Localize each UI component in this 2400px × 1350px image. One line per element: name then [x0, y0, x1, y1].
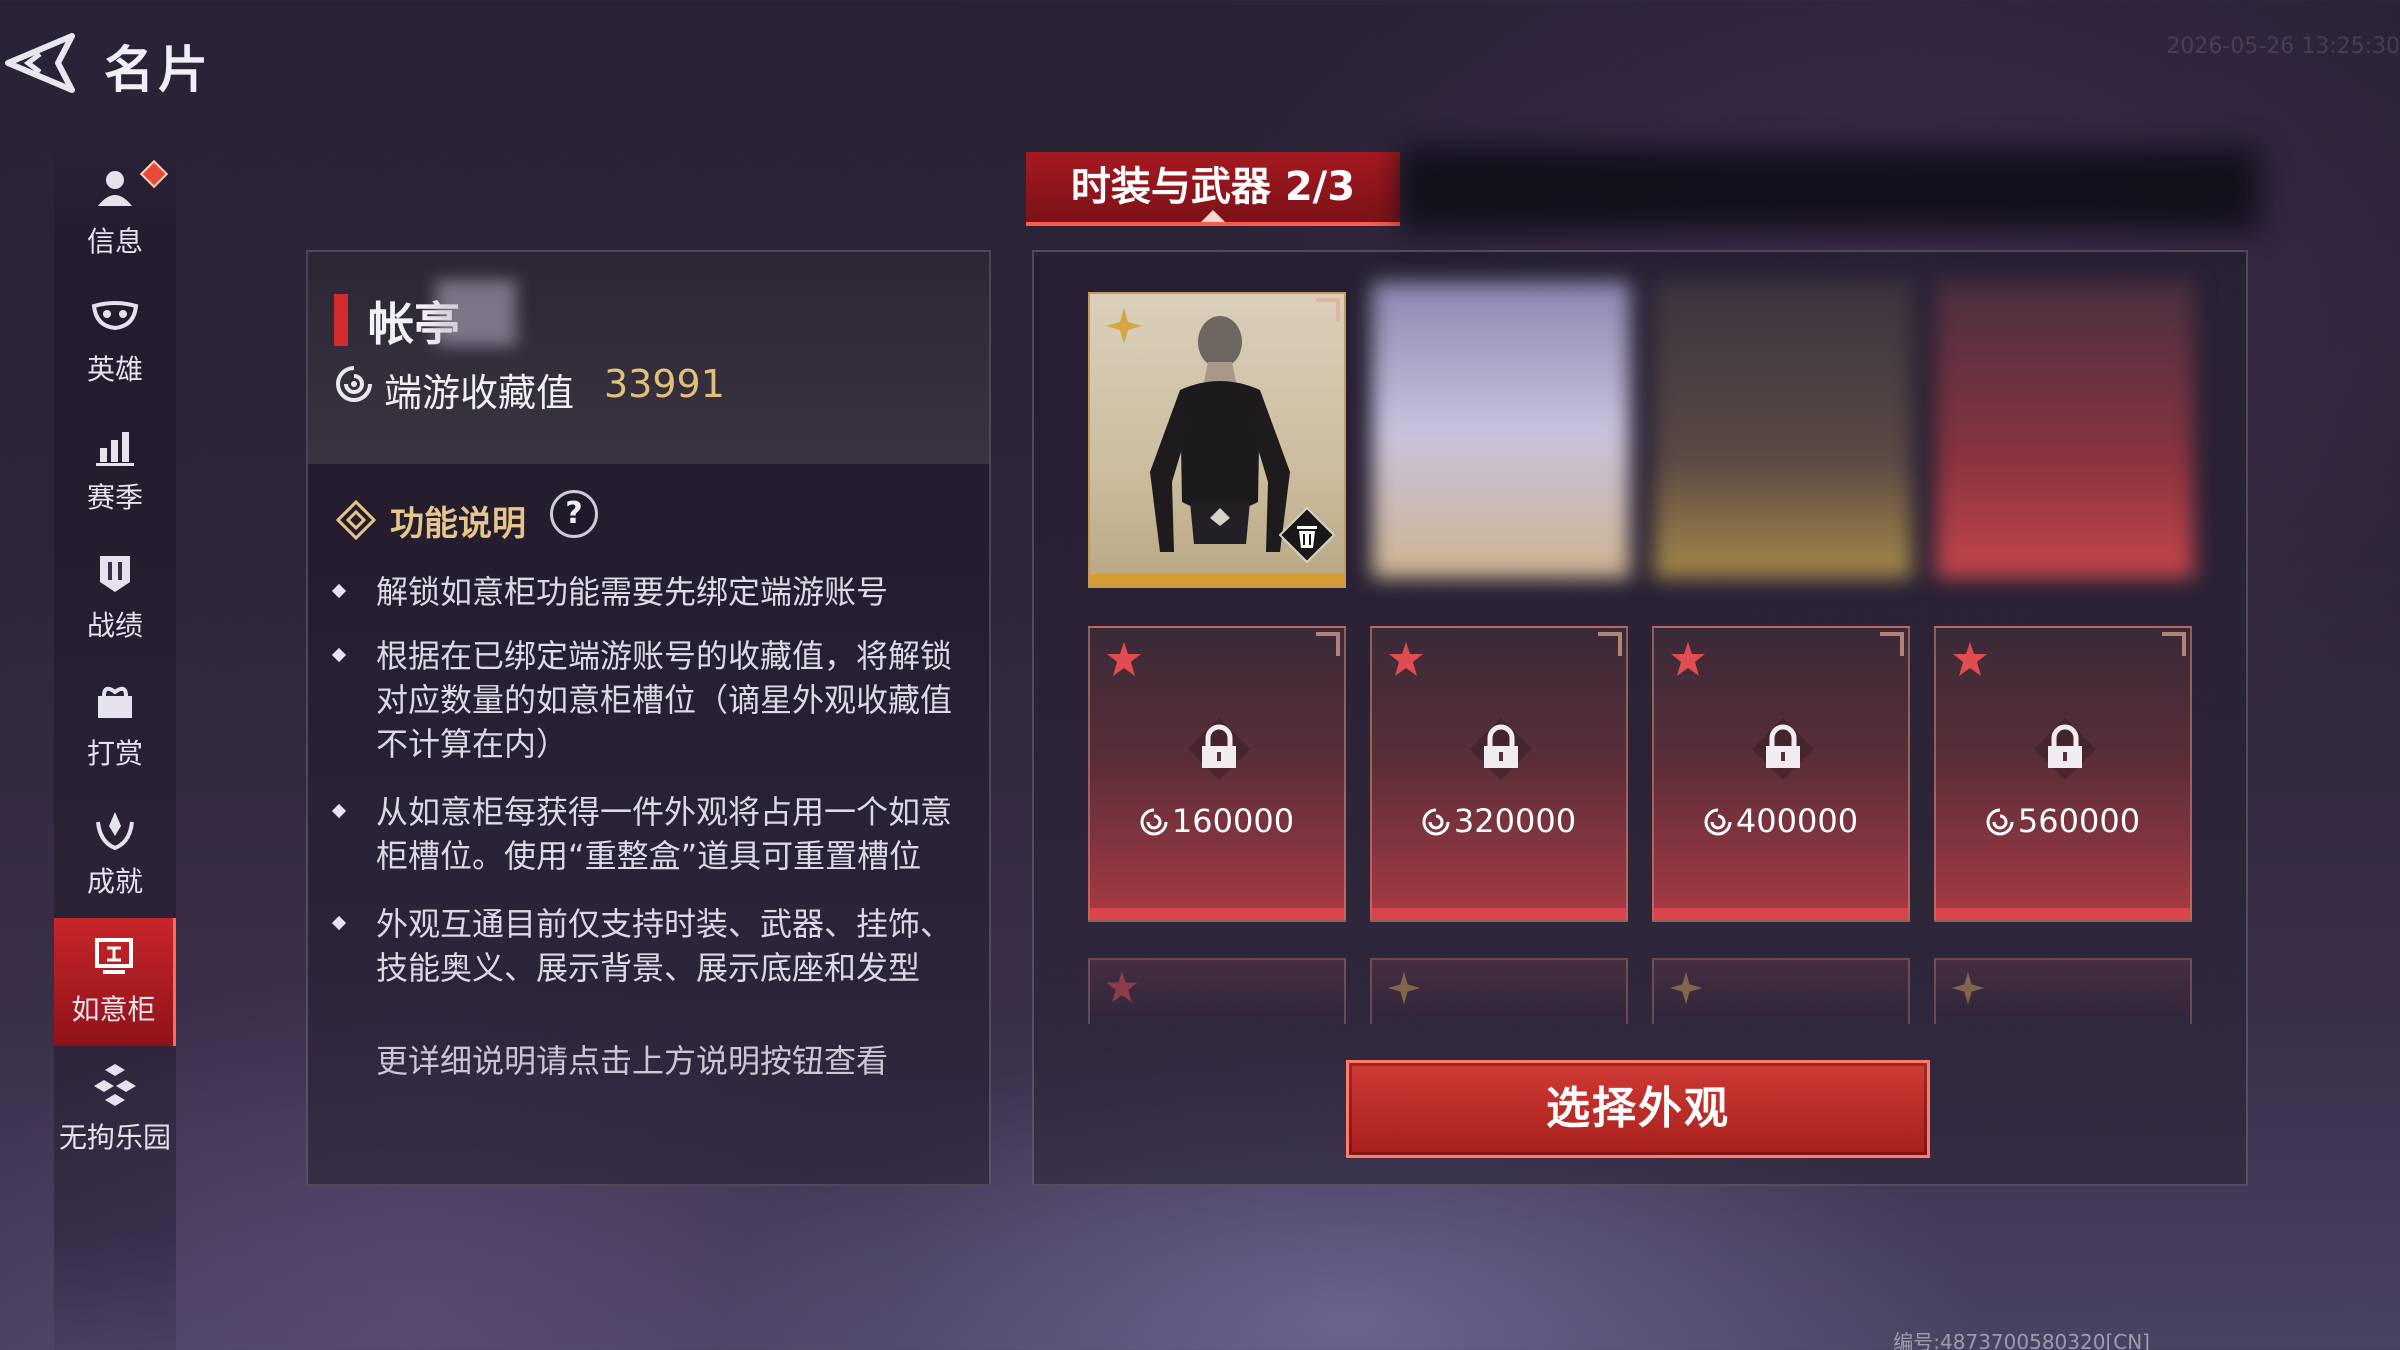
- cabinet-slot-partial: [1934, 958, 2192, 1024]
- corner-ornament: [1316, 632, 1340, 656]
- star-icon: [1669, 971, 1703, 1005]
- bullet-marker: [331, 803, 347, 819]
- shield-icon: [100, 556, 130, 592]
- collection-icon: [1140, 808, 1168, 836]
- sidebar: 信息 英雄 赛季 战绩 打赏 成就 如意柜 无拘乐园: [54, 130, 176, 1350]
- select-appearance-button[interactable]: 选择外观: [1346, 1060, 1930, 1158]
- cabinet-slot-partial: [1370, 958, 1628, 1024]
- help-bullet: 外观互通目前仅支持时装、武器、挂饰、技能奥义、展示背景、展示底座和发型: [331, 902, 954, 990]
- back-button[interactable]: [0, 28, 80, 98]
- collection-icon: [1422, 808, 1450, 836]
- star-icon: [1387, 971, 1421, 1005]
- sidebar-item-label: 赛季: [86, 481, 143, 514]
- cabinet-slot-locked[interactable]: 560000: [1934, 626, 2192, 922]
- sidebar-item-label: 战绩: [86, 609, 143, 642]
- sidebar-item-label: 成就: [86, 865, 143, 898]
- timestamp: 2026-05-26 13:25:30: [2166, 34, 2400, 59]
- laurel-icon: [96, 812, 134, 851]
- help-button[interactable]: ?: [550, 490, 598, 538]
- diamond-icon: [336, 500, 376, 540]
- info-panel: 帐亭 端游收藏值 33991 功能说明 ? 解锁如意柜功能需要先绑定端游账号 根…: [306, 250, 991, 1186]
- sidebar-item-label: 信息: [86, 225, 143, 258]
- bar-chart-icon: [96, 432, 134, 466]
- help-title: 功能说明: [390, 504, 526, 544]
- cabinet-slot-locked[interactable]: 320000: [1370, 626, 1628, 922]
- rarity-bar: [1090, 574, 1344, 586]
- blurred-slot: [1372, 282, 1630, 578]
- trash-icon[interactable]: [1278, 506, 1336, 564]
- cabinet-slot-partial: [1652, 958, 1910, 1024]
- blurred-slot: [1654, 282, 1912, 578]
- sidebar-item-label: 英雄: [86, 353, 143, 386]
- corner-ornament: [1880, 632, 1904, 656]
- star-icon: [1389, 642, 1423, 676]
- gift-icon: [98, 686, 132, 718]
- player-uid: 编号:4873700580320[CN]: [1893, 1330, 2150, 1350]
- unlock-cost: 160000: [1090, 802, 1344, 840]
- tab-outfit-weapon[interactable]: 时装与武器 2/3: [1026, 152, 1400, 226]
- star-icon: [1953, 642, 1987, 676]
- unlock-cost: 320000: [1372, 802, 1626, 840]
- cabinet-slot-partial: [1088, 958, 1346, 1024]
- sidebar-item-achievement[interactable]: 成就: [54, 790, 176, 918]
- collection-icon: [336, 366, 372, 402]
- star-icon: [1951, 971, 1985, 1005]
- sidebar-item-label: 无拘乐园: [58, 1121, 171, 1154]
- sidebar-item-playground[interactable]: 无拘乐园: [54, 1046, 176, 1174]
- tabs-redaction: [1400, 148, 2260, 230]
- sidebar-item-reward[interactable]: 打赏: [54, 662, 176, 790]
- user-icon: [98, 171, 132, 206]
- collection-icon: [1986, 808, 2014, 836]
- corner-ornament: [1598, 632, 1622, 656]
- sidebar-item-label: 打赏: [86, 737, 143, 770]
- sidebar-item-label: 如意柜: [71, 993, 156, 1026]
- corner-ornament: [1316, 298, 1340, 322]
- name-accent-bar: [334, 294, 348, 346]
- collection-value: 33991: [604, 362, 725, 406]
- sidebar-item-cabinet[interactable]: 如意柜: [54, 918, 176, 1046]
- rarity-bar: [1936, 908, 2190, 920]
- page-title: 名片: [104, 41, 212, 99]
- help-bullet: 从如意柜每获得一件外观将占用一个如意柜槽位。使用“重整盒”道具可重置槽位: [331, 790, 954, 878]
- back-arrow-icon: [5, 33, 75, 93]
- help-bullet: 解锁如意柜功能需要先绑定端游账号: [331, 570, 954, 614]
- tab-indicator: [1201, 210, 1225, 222]
- sidebar-item-season[interactable]: 赛季: [54, 406, 176, 534]
- bullet-marker: [331, 915, 347, 931]
- help-bullet: 根据在已绑定端游账号的收藏值，将解锁对应数量的如意柜槽位（谪星外观收藏值不计算在…: [331, 634, 954, 766]
- star-icon: [1107, 642, 1141, 676]
- blurred-slot: [1936, 282, 2194, 578]
- cabinet-slot-locked[interactable]: 160000: [1088, 626, 1346, 922]
- sidebar-item-hero[interactable]: 英雄: [54, 278, 176, 406]
- profile-header: 帐亭 端游收藏值 33991: [308, 252, 989, 464]
- star-icon: [1671, 642, 1705, 676]
- collection-label: 端游收藏值: [384, 371, 575, 415]
- sidebar-item-info[interactable]: 信息: [54, 150, 176, 278]
- rarity-bar: [1090, 908, 1344, 920]
- corner-ornament: [2162, 632, 2186, 656]
- name-redaction: [436, 280, 516, 346]
- collection-icon: [1704, 808, 1732, 836]
- lock-icon: [1470, 718, 1532, 780]
- rarity-bar: [1654, 908, 1908, 920]
- bullet-marker: [331, 583, 347, 599]
- cabinet-slot-filled[interactable]: [1088, 292, 1346, 588]
- more-info-text: 更详细说明请点击上方说明按钮查看: [376, 1042, 889, 1080]
- button-label: 选择外观: [1546, 1083, 1730, 1134]
- notification-badge: [139, 159, 169, 189]
- star-icon: [1106, 971, 1138, 1003]
- cabinet-icon: [94, 938, 133, 974]
- unlock-cost: 400000: [1654, 802, 1908, 840]
- bullet-marker: [331, 647, 347, 663]
- blurred-slots: [1372, 282, 2250, 592]
- cabinet-slot-locked[interactable]: 400000: [1652, 626, 1910, 922]
- unlock-cost: 560000: [1936, 802, 2190, 840]
- hero-mask-icon: [91, 301, 139, 331]
- lock-icon: [2034, 718, 2096, 780]
- lock-icon: [1752, 718, 1814, 780]
- lock-icon: [1188, 718, 1250, 780]
- rarity-bar: [1372, 908, 1626, 920]
- sidebar-item-record[interactable]: 战绩: [54, 534, 176, 662]
- blocks-icon: [94, 1064, 136, 1106]
